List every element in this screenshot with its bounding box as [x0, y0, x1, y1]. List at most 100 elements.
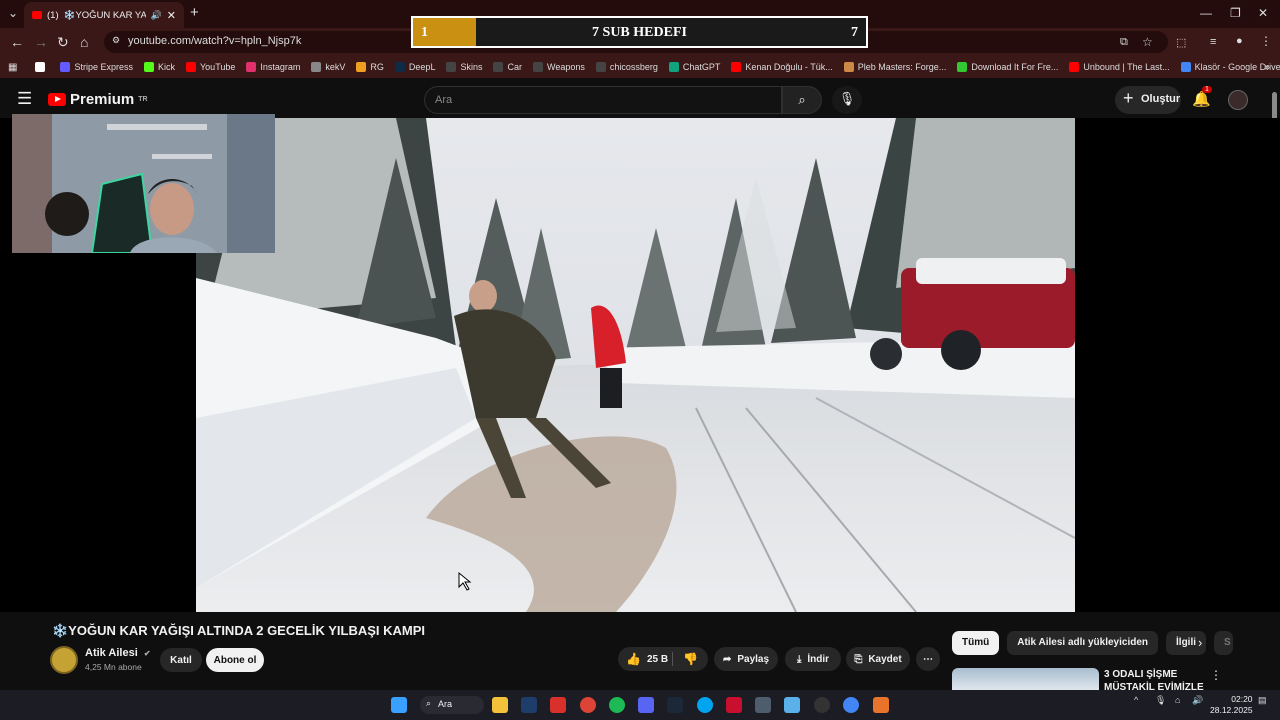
notification-center-icon[interactable]: ▤: [1258, 695, 1267, 706]
network-icon[interactable]: ⌂: [1175, 695, 1180, 705]
settings-app-icon[interactable]: [755, 697, 771, 713]
bookmark-favicon-icon: [311, 62, 322, 72]
subscriber-count: 4,25 Mn abone: [85, 662, 142, 672]
share-button[interactable]: ➦ Paylaş: [714, 647, 778, 671]
recommended-menu-icon[interactable]: ⋮: [1210, 668, 1222, 682]
apps-grid-icon[interactable]: ▦: [8, 62, 17, 73]
bookmark-favicon-icon: [532, 62, 543, 72]
account-avatar[interactable]: [1228, 90, 1248, 110]
bookmark-star-icon[interactable]: ☆: [1142, 35, 1153, 49]
bookmark-item[interactable]: Pleb Masters: Forge...: [843, 62, 946, 72]
streaming-app-icon[interactable]: [873, 697, 889, 713]
steam-icon[interactable]: [667, 697, 683, 713]
bookmark-item[interactable]: kekV: [311, 62, 345, 72]
bookmark-item[interactable]: Instagram: [246, 62, 300, 72]
save-button[interactable]: ⎘ Kaydet: [846, 647, 910, 671]
recommended-thumbnail[interactable]: [952, 668, 1099, 690]
bookmark-item[interactable]: [35, 62, 49, 72]
close-window-icon[interactable]: ✕: [1258, 6, 1268, 20]
chrome-icon[interactable]: [580, 697, 596, 713]
bookmark-favicon-icon: [35, 62, 46, 72]
create-button[interactable]: Oluştur: [1115, 86, 1181, 114]
notepad-icon[interactable]: [784, 697, 800, 713]
chip-more[interactable]: S: [1214, 631, 1233, 655]
save-label: Kaydet: [868, 653, 902, 665]
bookmark-item[interactable]: Kenan Doğulu - Tük...: [731, 62, 833, 72]
bookmark-item[interactable]: Stripe Express: [60, 62, 133, 72]
bookmark-item[interactable]: Unbound | The Last...: [1069, 62, 1170, 72]
photoshop-icon[interactable]: [521, 697, 537, 713]
snow-scene-video-image: [196, 118, 1075, 612]
channel-name[interactable]: Atik Ailesi ✔: [85, 647, 151, 659]
subscribe-button[interactable]: Abone ol: [206, 648, 264, 672]
bookmark-item[interactable]: Download It For Fre...: [957, 62, 1058, 72]
bookmark-favicon-icon: [731, 62, 742, 72]
tab-audio-icon[interactable]: 🔊: [151, 10, 162, 21]
bookmark-item[interactable]: Car: [493, 62, 522, 72]
chips-next-icon[interactable]: ›: [1198, 635, 1202, 650]
tab-search-icon[interactable]: ⌄: [8, 6, 18, 20]
browser-app-icon[interactable]: [697, 697, 713, 713]
voice-search-button[interactable]: 🎙: [832, 86, 862, 114]
browser-menu-icon[interactable]: ⋮: [1260, 34, 1272, 48]
bookmark-item[interactable]: YouTube: [186, 62, 235, 72]
maximize-icon[interactable]: ❐: [1230, 6, 1241, 20]
chip-from-uploader[interactable]: Atik Ailesi adlı yükleyiciden: [1007, 631, 1159, 655]
browser-tab[interactable]: (1) ❄️YOĞUN KAR YAĞIŞI A 🔊 ✕: [24, 2, 184, 28]
bookmark-item[interactable]: Kick: [143, 62, 175, 72]
download-button[interactable]: ⤓ İndir: [785, 647, 841, 671]
volume-icon[interactable]: 🔊: [1192, 695, 1203, 706]
chip-all[interactable]: Tümü: [952, 631, 1000, 655]
new-tab-button[interactable]: +: [190, 4, 199, 21]
clock-date: 28.12.2025: [1210, 705, 1253, 715]
tray-mic-icon[interactable]: 🎙: [1155, 695, 1166, 706]
discord-icon[interactable]: [638, 697, 654, 713]
hamburger-menu-icon[interactable]: ☰: [17, 89, 32, 109]
url-text: youtube.com/watch?v=hpln_Njsp7k: [128, 35, 302, 47]
news-app-icon[interactable]: [726, 697, 742, 713]
reload-icon[interactable]: ↻: [57, 34, 69, 51]
taskbar-search[interactable]: ⌕ Ara: [420, 696, 484, 714]
search-icon: ⌕: [798, 92, 806, 107]
search-input[interactable]: Ara: [424, 86, 782, 114]
forward-icon[interactable]: →: [34, 34, 48, 50]
profile-icon[interactable]: ●: [1236, 35, 1243, 47]
bookmark-item[interactable]: chicossberg: [595, 62, 658, 72]
obs-icon[interactable]: [814, 697, 830, 713]
media-control-icon[interactable]: ≡: [1210, 36, 1216, 48]
system-clock[interactable]: 02:20 28.12.2025: [1210, 694, 1253, 716]
more-bookmarks-icon[interactable]: »: [1264, 62, 1270, 73]
site-info-icon[interactable]: ⚙: [112, 35, 120, 46]
tab-close-icon[interactable]: ✕: [167, 9, 176, 22]
bookmark-item[interactable]: ChatGPT: [668, 62, 720, 72]
like-button[interactable]: 👍 25 B: [626, 652, 668, 666]
bookmark-item[interactable]: DeepL: [394, 62, 435, 72]
back-icon[interactable]: ←: [10, 34, 24, 50]
bookmark-item[interactable]: Weapons: [532, 62, 585, 72]
home-icon[interactable]: ⌂: [80, 34, 88, 50]
sub-goal-label: 7 SUB HEDEFI: [592, 25, 687, 40]
install-app-icon[interactable]: ⧉: [1120, 36, 1128, 49]
youtube-premium-logo[interactable]: Premium TR: [48, 91, 148, 108]
dislike-button[interactable]: 👎: [672, 652, 698, 666]
bookmark-label: Car: [507, 62, 522, 72]
extensions-icon[interactable]: ⬚: [1176, 36, 1186, 49]
minimize-icon[interactable]: —: [1200, 6, 1212, 20]
video-frame[interactable]: [196, 118, 1075, 612]
racing-app-icon[interactable]: [550, 697, 566, 713]
tray-chevron-icon[interactable]: ^: [1134, 695, 1138, 705]
spotify-icon[interactable]: [609, 697, 625, 713]
file-explorer-icon[interactable]: [492, 697, 508, 713]
bookmark-favicon-icon: [1180, 62, 1191, 72]
more-actions-button[interactable]: ⋯: [916, 647, 940, 671]
notifications-button[interactable]: 🔔 1: [1192, 86, 1212, 108]
thumbs-down-icon: 👎: [683, 652, 698, 666]
search-button[interactable]: ⌕: [782, 86, 822, 114]
bookmark-item[interactable]: Skins: [446, 62, 482, 72]
recommended-title[interactable]: 3 ODALI ŞİŞME MÜSTAKİL EVİMİZLE: [1104, 668, 1204, 690]
bookmark-item[interactable]: RG: [356, 62, 384, 72]
join-button[interactable]: Katıl: [160, 648, 202, 672]
channel-avatar[interactable]: [50, 646, 78, 674]
chrome-active-icon[interactable]: [843, 697, 859, 713]
windows-start-icon[interactable]: [391, 697, 407, 713]
